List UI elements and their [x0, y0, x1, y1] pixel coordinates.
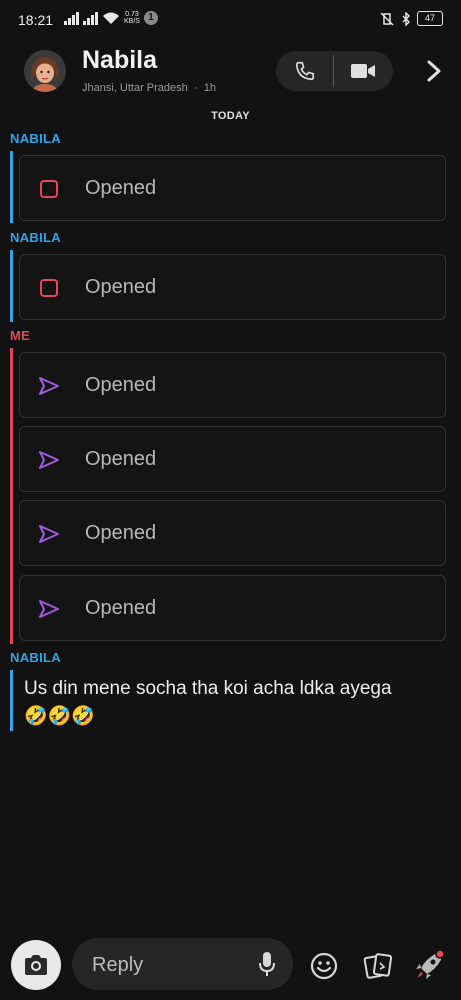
day-separator: TODAY — [211, 110, 250, 122]
wifi-icon — [103, 12, 119, 24]
sent-snap-arrow-icon — [39, 600, 59, 618]
microphone-icon — [259, 952, 275, 976]
snap-status: Opened — [85, 276, 157, 298]
voice-call-button[interactable] — [276, 51, 333, 91]
games-button[interactable] — [413, 950, 445, 982]
network-speed: 0.73 KB/S — [124, 11, 140, 25]
phone-icon — [295, 61, 314, 81]
chat-composer-bar — [0, 926, 461, 1000]
signal-icon — [83, 11, 98, 25]
chat-header: Nabila Jhansi, Uttar Pradesh · 1h — [0, 36, 461, 108]
sender-label: NABILA — [10, 650, 61, 665]
snap-message[interactable]: Opened — [19, 575, 446, 641]
chat-message[interactable]: Us din mene socha tha koi acha ldka ayeg… — [24, 675, 444, 731]
received-snap-square-icon — [40, 180, 58, 198]
snap-status: Opened — [85, 374, 157, 396]
chevron-right-icon — [427, 60, 441, 82]
status-time: 18:21 — [18, 12, 54, 28]
voice-note-button[interactable] — [255, 951, 279, 977]
snap-message[interactable]: Opened — [19, 254, 446, 320]
snap-message[interactable]: Opened — [19, 352, 446, 418]
sender-bar — [10, 670, 13, 731]
sent-snap-arrow-icon — [39, 377, 59, 395]
video-camera-icon — [350, 64, 375, 78]
vibrate-icon — [380, 11, 394, 26]
sent-snap-arrow-icon — [39, 451, 59, 469]
video-call-button[interactable] — [334, 51, 391, 91]
rocket-icon — [416, 950, 445, 979]
sender-label: NABILA — [10, 131, 61, 146]
snap-status: Opened — [85, 177, 157, 199]
sender-bar — [10, 250, 13, 322]
network-speed-unit: KB/S — [124, 18, 140, 25]
reply-input[interactable] — [90, 950, 244, 980]
snap-message[interactable]: Opened — [19, 155, 446, 221]
camera-button[interactable] — [11, 940, 61, 990]
last-active-time: 1h — [203, 82, 216, 94]
contact-subtitle: Jhansi, Uttar Pradesh · 1h — [82, 82, 216, 94]
stickers-button[interactable] — [362, 950, 394, 982]
open-profile-button[interactable] — [420, 56, 448, 86]
message-text: Us din mene socha tha koi acha ldka ayeg… — [24, 678, 392, 699]
reply-field[interactable] — [72, 938, 293, 990]
snap-status: Opened — [85, 522, 157, 544]
network-speed-value: 0.73 — [125, 11, 139, 18]
contact-name[interactable]: Nabila — [82, 46, 157, 75]
sender-label: NABILA — [10, 230, 61, 245]
snap-status: Opened — [85, 597, 157, 619]
emoji-button[interactable] — [308, 950, 340, 982]
message-emoji: 🤣🤣🤣 — [24, 706, 95, 727]
snap-message[interactable]: Opened — [19, 500, 446, 566]
received-snap-square-icon — [40, 279, 58, 297]
bluetooth-icon — [402, 11, 410, 26]
subtitle-separator: · — [193, 82, 198, 94]
battery-indicator: 47 — [417, 11, 443, 26]
snap-status: Opened — [85, 448, 157, 470]
contact-location: Jhansi, Uttar Pradesh — [82, 82, 188, 94]
notification-count-badge: 1 — [143, 11, 158, 25]
status-bar: 18:21 0.73 KB/S 1 47 — [0, 0, 461, 36]
sender-bar — [10, 348, 13, 644]
bitmoji-avatar-icon — [24, 50, 66, 92]
camera-icon — [25, 955, 47, 975]
snap-message[interactable]: Opened — [19, 426, 446, 492]
signal-icon — [64, 11, 79, 25]
sticker-cards-icon — [363, 953, 393, 979]
sender-bar — [10, 151, 13, 223]
sent-snap-arrow-icon — [39, 525, 59, 543]
avatar[interactable] — [24, 50, 66, 92]
call-controls — [276, 51, 393, 91]
sender-label: ME — [10, 328, 31, 343]
smiley-icon — [310, 952, 338, 980]
